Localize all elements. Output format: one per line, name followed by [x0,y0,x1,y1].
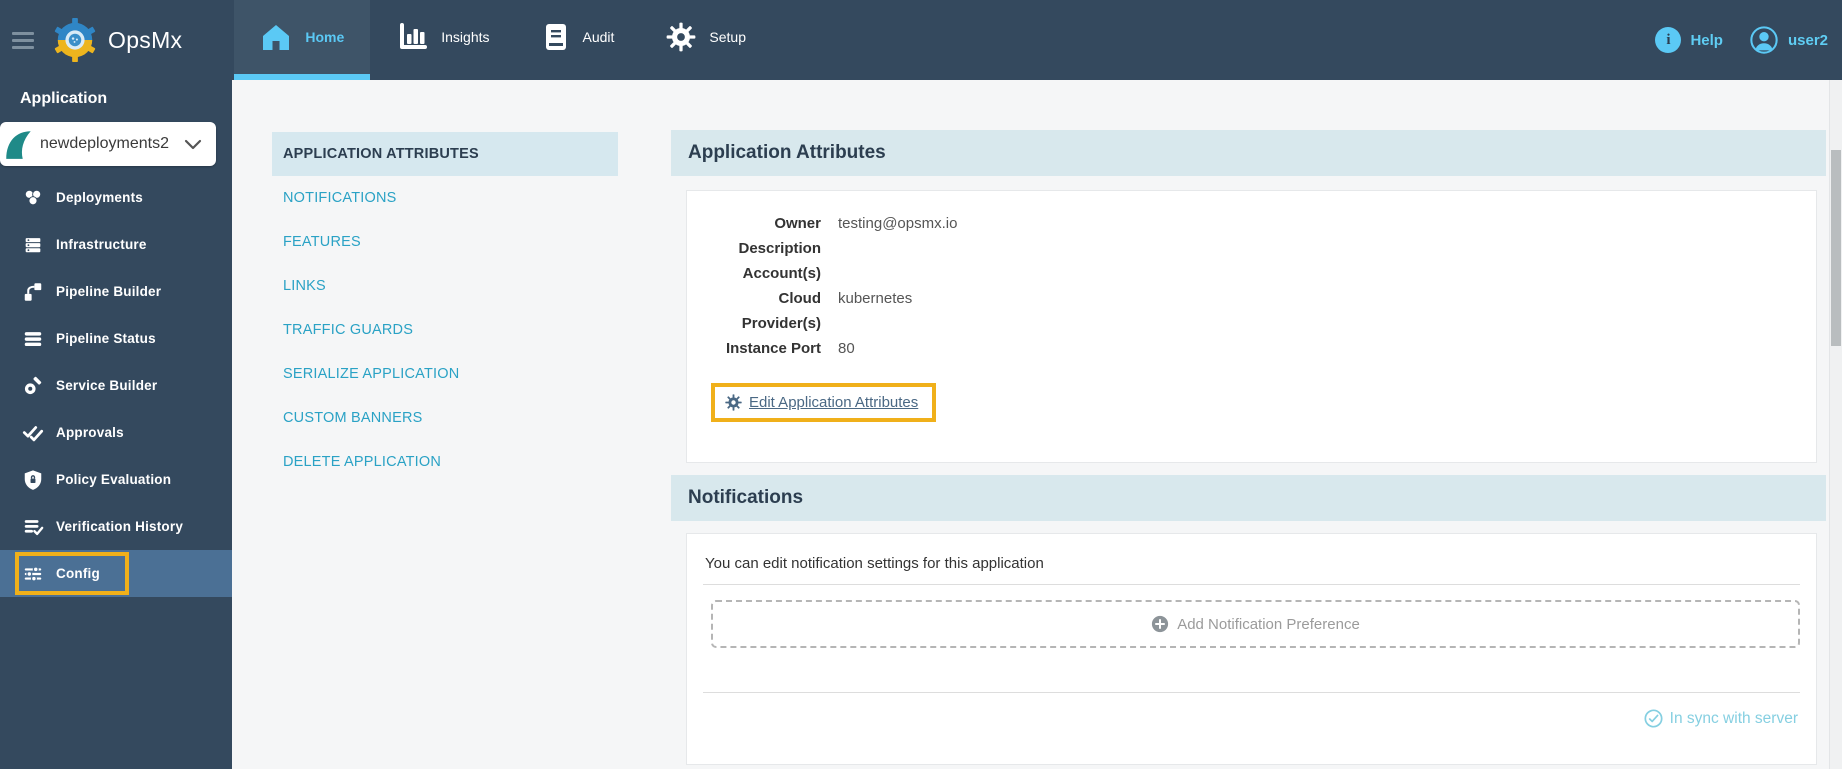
sidebar-item-config[interactable]: Config [0,550,232,597]
infrastructure-icon [22,234,44,256]
config-nav-application-attributes[interactable]: APPLICATION ATTRIBUTES [272,132,618,176]
username-label: user2 [1788,32,1828,49]
sidebar-item-label: Policy Evaluation [56,472,171,487]
tab-audit-label: Audit [583,29,615,45]
sidebar-item-label: Pipeline Builder [56,284,161,299]
tab-home-label: Home [305,29,344,45]
sidebar-item-label: Approvals [56,425,124,440]
field-accounts: Account(s) [703,261,1800,286]
deployments-icon [22,187,44,209]
config-nav-serialize-application[interactable]: SERIALIZE APPLICATION [272,352,618,396]
chevron-down-icon [184,139,202,150]
config-nav-features[interactable]: FEATURES [272,220,618,264]
pipeline-builder-icon [22,281,44,303]
divider [703,584,1800,585]
sidebar-item-label: Deployments [56,190,143,205]
notifications-card: You can edit notification settings for t… [686,533,1817,765]
field-label: Description [703,236,821,261]
sidebar-item-label: Config [56,566,100,581]
sidebar-item-pipeline-status[interactable]: Pipeline Status [0,315,232,362]
brand: OpsMx [52,0,182,80]
tab-audit[interactable]: Audit [516,0,641,80]
help-button[interactable]: i Help [1655,27,1723,53]
tab-insights[interactable]: Insights [370,0,515,80]
tab-setup[interactable]: Setup [640,0,772,80]
sidebar-item-verification-history[interactable]: Verification History [0,503,232,550]
sidebar-item-label: Verification History [56,519,183,534]
config-nav-notifications[interactable]: NOTIFICATIONS [272,176,618,220]
config-section-nav: APPLICATION ATTRIBUTES NOTIFICATIONS FEA… [272,80,618,484]
field-label: Cloud Provider(s) [703,286,821,336]
user-menu[interactable]: user2 [1749,25,1828,55]
application-attributes-card: Owner testing@opsmx.io Description Accou… [686,190,1817,463]
config-nav-custom-banners[interactable]: CUSTOM BANNERS [272,396,618,440]
service-builder-icon [22,375,44,397]
verification-history-icon [22,516,44,538]
notifications-header: Notifications [671,475,1826,521]
config-sliders-icon [22,563,44,585]
check-circle-icon [1644,709,1663,728]
plus-circle-icon [1151,615,1169,633]
tab-setup-label: Setup [709,29,746,45]
add-notification-preference-button[interactable]: Add Notification Preference [711,600,1800,648]
field-label: Instance Port [703,336,821,361]
tab-home[interactable]: Home [234,0,370,80]
pipeline-status-icon [22,328,44,350]
main-content: Application Attributes Owner testing@ops… [671,80,1826,769]
topnav-right: i Help user2 [1655,0,1842,80]
field-value: testing@opsmx.io [838,211,957,236]
sidebar: Application newdeployments2 Deployments [0,80,232,769]
gear-icon [725,394,742,411]
help-label: Help [1690,32,1723,49]
field-value: kubernetes [838,286,912,336]
main-tabs: Home Insights Au [234,0,772,80]
field-cloud-providers: Cloud Provider(s) kubernetes [703,286,1800,336]
sidebar-item-service-builder[interactable]: Service Builder [0,362,232,409]
sidebar-item-infrastructure[interactable]: Infrastructure [0,221,232,268]
audit-icon [542,21,570,53]
brand-name: OpsMx [108,27,182,54]
sidebar-section-title: Application [0,80,232,108]
approvals-double-check-icon [22,422,44,444]
notifications-message: You can edit notification settings for t… [703,554,1800,574]
hamburger-menu-icon[interactable] [12,0,34,80]
field-label: Owner [703,211,821,236]
sidebar-item-deployments[interactable]: Deployments [0,174,232,221]
application-selector-value: newdeployments2 [40,135,169,153]
sidebar-item-label: Infrastructure [56,237,147,252]
application-attributes-header: Application Attributes [671,130,1826,176]
user-avatar-icon [1749,25,1779,55]
config-nav-traffic-guards[interactable]: TRAFFIC GUARDS [272,308,618,352]
field-instance-port: Instance Port 80 [703,336,1800,361]
edit-application-attributes-label: Edit Application Attributes [749,394,918,411]
info-icon: i [1655,27,1681,53]
sidebar-item-label: Service Builder [56,378,157,393]
sidebar-menu: Deployments Infrastructure [0,174,232,597]
add-notification-preference-label: Add Notification Preference [1177,616,1360,633]
sidebar-item-label: Pipeline Status [56,331,156,346]
sync-status-label: In sync with server [1670,710,1798,728]
top-navbar: OpsMx Home Insights [0,0,1842,80]
sync-status: In sync with server [703,693,1800,764]
home-icon [260,22,292,52]
policy-shield-icon [22,469,44,491]
edit-application-attributes-button[interactable]: Edit Application Attributes [711,383,936,422]
tab-insights-label: Insights [441,29,489,45]
scrollbar-thumb[interactable] [1831,150,1841,346]
field-owner: Owner testing@opsmx.io [703,211,1800,236]
sidebar-item-pipeline-builder[interactable]: Pipeline Builder [0,268,232,315]
spinnaker-sail-icon [2,127,36,163]
sidebar-item-policy-evaluation[interactable]: Policy Evaluation [0,456,232,503]
field-label: Account(s) [703,261,821,286]
opsmx-logo-icon [52,17,98,63]
sidebar-item-approvals[interactable]: Approvals [0,409,232,456]
config-nav-delete-application[interactable]: DELETE APPLICATION [272,440,618,484]
application-selector-dropdown[interactable]: newdeployments2 [0,122,216,166]
scrollbar-track[interactable] [1829,80,1842,769]
field-description: Description [703,236,1800,261]
insights-icon [396,21,428,53]
field-value: 80 [838,336,855,361]
config-nav-links[interactable]: LINKS [272,264,618,308]
setup-gear-icon [666,22,696,52]
